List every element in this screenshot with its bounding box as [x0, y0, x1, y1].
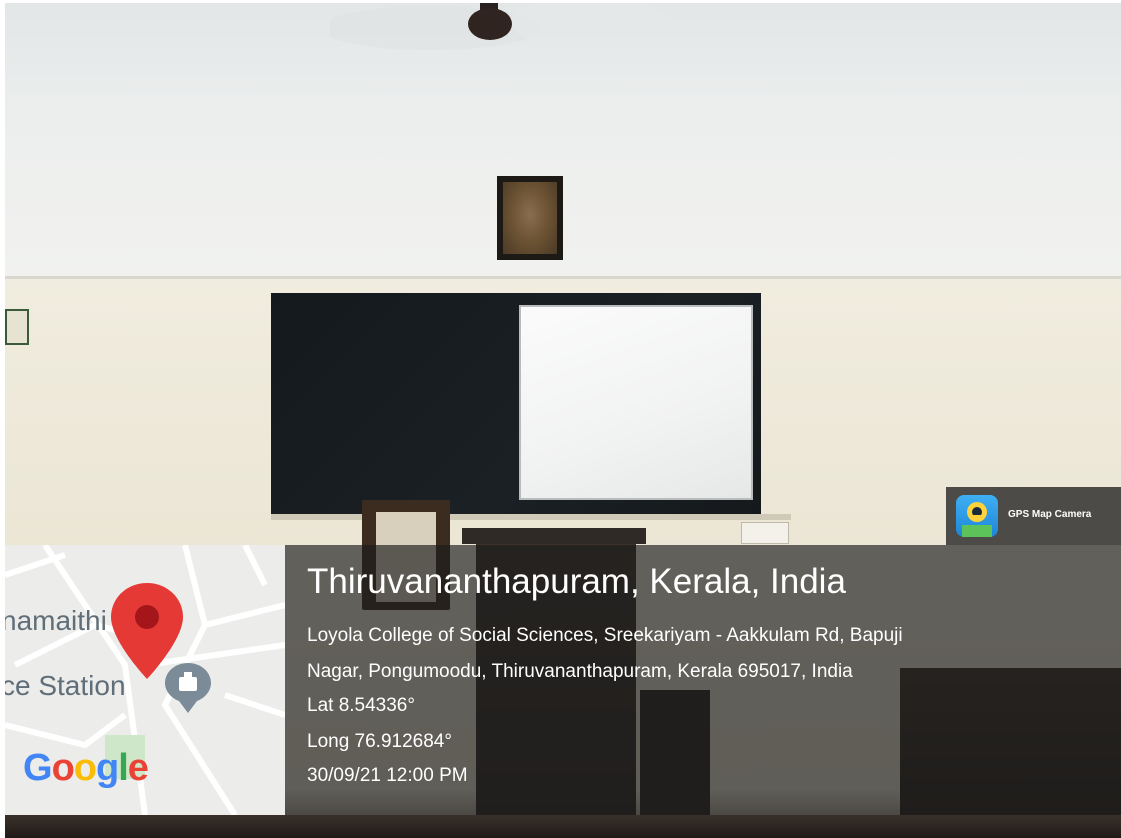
google-logo-letter: o [51, 747, 75, 789]
police-station-icon [165, 663, 211, 713]
desk-top [462, 528, 646, 544]
address-line: Nagar, Pongumoodu, Thiruvananthapuram, K… [307, 661, 853, 682]
google-logo-letter: o [73, 747, 97, 789]
map-place-label: ce Station [5, 670, 126, 701]
whiteboard [519, 305, 753, 500]
longitude: Long 76.912684° [307, 731, 452, 752]
gps-camera-app-icon [956, 495, 998, 537]
board-ledge [271, 514, 791, 520]
google-logo-letter: l [118, 747, 129, 789]
google-logo-letter: g [96, 747, 119, 789]
google-logo-letter: G [23, 747, 53, 789]
latitude: Lat 8.54336° [307, 695, 415, 716]
app-name: GPS Map Camera [1008, 509, 1092, 520]
floor-strip [0, 815, 1121, 838]
wall-divider [0, 276, 1121, 279]
gps-map-camera-badge: GPS Map Camera [946, 487, 1121, 545]
ceiling-fan [330, 0, 670, 50]
switchboard [741, 522, 789, 544]
wall-poster [5, 309, 29, 345]
timestamp: 30/09/21 12:00 PM [307, 765, 468, 786]
wall-portrait [497, 176, 563, 260]
google-logo-letter: e [127, 747, 149, 789]
google-logo: Google [23, 747, 149, 790]
map-thumbnail[interactable]: namaithi ce Station Google [5, 545, 285, 815]
map-place-label: namaithi [5, 605, 107, 636]
place-title: Thiruvananthapuram, Kerala, India [307, 562, 846, 601]
address-line: Loyola College of Social Sciences, Sreek… [307, 625, 903, 646]
